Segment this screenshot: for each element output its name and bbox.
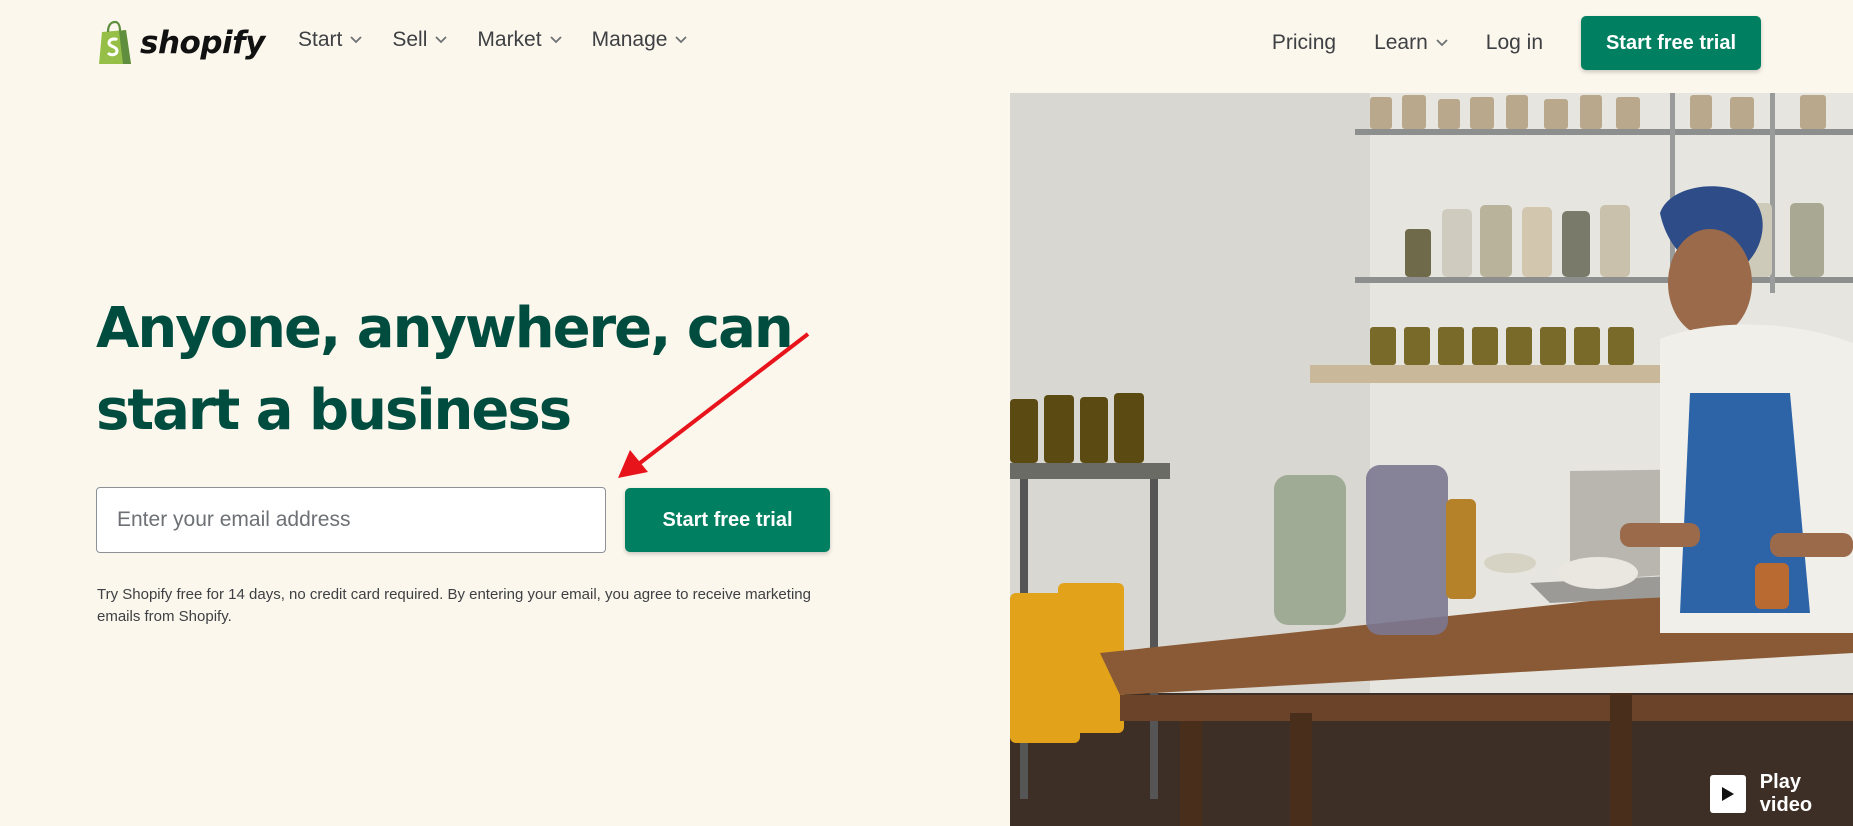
- shopify-logo[interactable]: shopify: [96, 19, 265, 67]
- hero-image: [1010, 93, 1853, 826]
- trial-disclaimer: Try Shopify free for 14 days, no credit …: [97, 586, 811, 625]
- logo-wordmark: shopify: [140, 25, 265, 61]
- learn-label: Learn: [1374, 31, 1428, 54]
- chevron-down-icon: [1436, 39, 1448, 47]
- headline-line-2: start a business: [96, 378, 572, 443]
- chevron-down-icon: [549, 36, 562, 44]
- site-header: shopify Start Sell Market Manage Pricing…: [0, 0, 1853, 88]
- play-icon-box: [1710, 775, 1746, 813]
- shopify-bag-icon: [99, 20, 131, 64]
- chevron-down-icon: [675, 36, 688, 44]
- play-icon: [1721, 787, 1734, 801]
- hero-start-trial-button[interactable]: Start free trial: [625, 488, 830, 552]
- header-actions: Pricing Learn Log in Start free trial: [1272, 16, 1761, 70]
- nav-market[interactable]: Market: [477, 28, 562, 52]
- learn-menu[interactable]: Learn: [1374, 31, 1448, 55]
- nav-start-label: Start: [298, 28, 343, 51]
- nav-manage-label: Manage: [591, 28, 668, 51]
- login-link[interactable]: Log in: [1486, 31, 1543, 55]
- email-input[interactable]: [96, 487, 606, 553]
- merchant-workshop-photo: [1010, 93, 1853, 826]
- nav-sell[interactable]: Sell: [392, 28, 448, 52]
- header-start-trial-button[interactable]: Start free trial: [1581, 16, 1761, 70]
- main-nav: Start Sell Market Manage: [298, 28, 688, 52]
- annotation-arrow: [618, 332, 810, 478]
- nav-sell-label: Sell: [392, 28, 428, 51]
- nav-manage[interactable]: Manage: [592, 28, 688, 52]
- play-video-button[interactable]: Play video: [1710, 771, 1853, 817]
- chevron-down-icon: [435, 36, 448, 44]
- play-video-label: Play video: [1759, 771, 1813, 816]
- pricing-link[interactable]: Pricing: [1272, 31, 1336, 55]
- nav-market-label: Market: [477, 28, 542, 51]
- chevron-down-icon: [350, 36, 362, 44]
- nav-start[interactable]: Start: [298, 28, 362, 52]
